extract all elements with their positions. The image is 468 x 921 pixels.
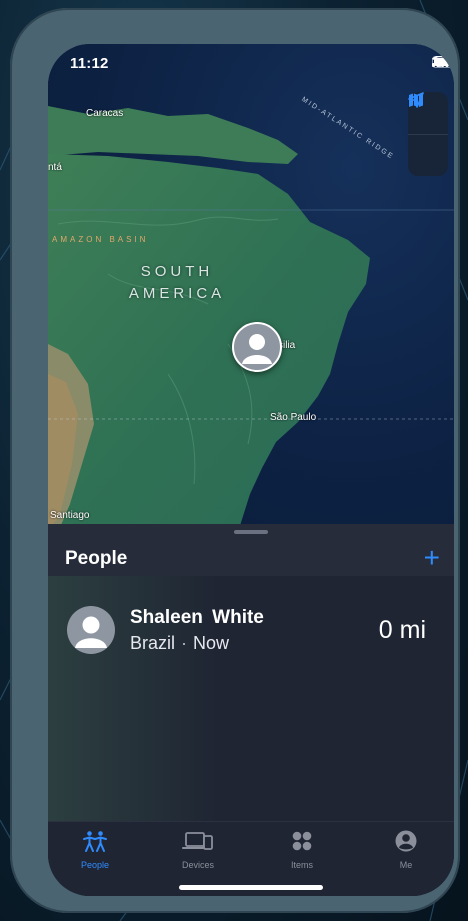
tab-people[interactable]: People [55,830,135,870]
tab-label-me: Me [399,860,413,870]
person-time: Now [193,633,230,653]
person-status: Brazil · Now [130,633,229,654]
avatar-icon [75,616,107,648]
sheet-title: People [65,548,128,569]
person-first-name: Shaleen [130,607,203,628]
map-label-partial: ntá [48,162,62,173]
locate-button[interactable] [408,92,448,176]
tab-label-devices: Devices [181,860,214,870]
sheet-header: People + [48,540,454,576]
separator: · [181,633,188,653]
person-last-name: White [212,607,264,628]
people-icon [83,831,107,852]
add-person-button[interactable]: + [424,542,440,574]
sheet-grabber[interactable] [234,530,268,534]
tab-label-people: People [80,860,110,870]
devices-icon [182,832,213,850]
map-label-region: SOUTH AMERICA [118,261,236,305]
person-location: Brazil [130,633,176,653]
tab-label-items: Items [290,860,313,870]
avatar-icon [242,334,272,364]
home-indicator [179,885,323,890]
battery-icon [432,56,454,68]
region-line-1: SOUTH [140,263,214,280]
tab-bar: People Devices Items Me [48,821,454,896]
map-label-santiago: Santiago [50,510,90,521]
region-line-2: AMERICA [128,285,226,302]
phone-screen: 11:12 Caracas ntá AMAZON BASIN SOUTH AME… [48,44,454,896]
people-sheet: People + Shaleen White Brazil · Now 0 mi… [48,524,454,896]
map-controls [408,92,448,176]
items-icon [292,831,312,851]
map-label-caracas: Caracas [86,108,124,119]
person-distance: 0 mi [378,616,426,644]
map-label-sao-paulo: São Paulo [270,412,317,423]
person-row[interactable]: Shaleen White Brazil · Now 0 mi [48,574,454,674]
map-label-basin: AMAZON BASIN [52,235,149,244]
me-icon [395,830,417,852]
tab-me[interactable]: Me [366,830,446,870]
tab-items[interactable]: Items [262,830,342,870]
phone-frame: 11:12 Caracas ntá AMAZON BASIN SOUTH AME… [10,8,460,913]
map-view[interactable]: 11:12 Caracas ntá AMAZON BASIN SOUTH AME… [48,44,454,532]
person-name: Shaleen White [130,607,264,629]
location-arrow-icon [408,92,424,108]
status-bar: 11:12 [48,44,454,86]
map-person-pin[interactable] [232,322,282,372]
tab-devices[interactable]: Devices [158,830,238,870]
avatar [67,606,115,654]
status-time: 11:12 [70,55,109,72]
